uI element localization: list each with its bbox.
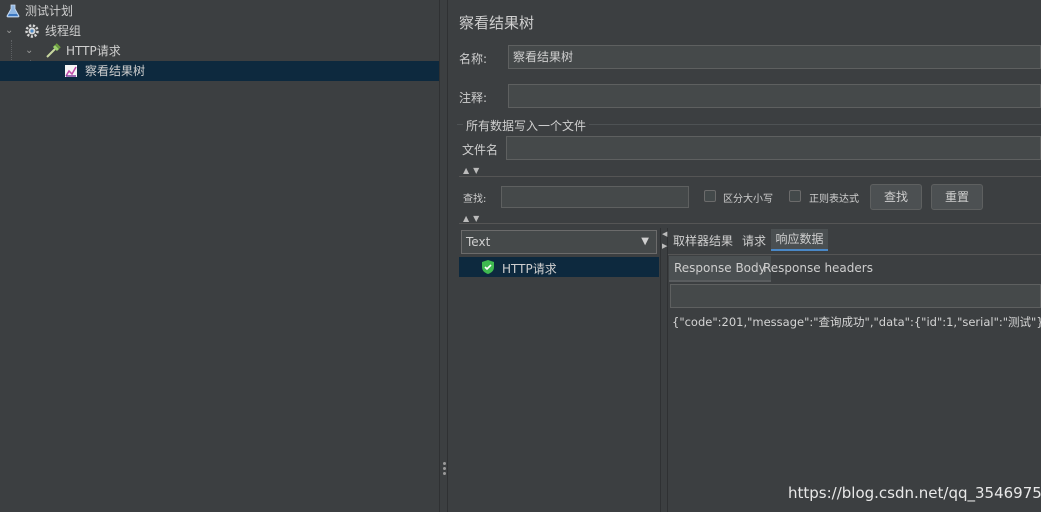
gear-icon [25, 24, 39, 38]
case-sensitive-checkbox[interactable] [704, 190, 716, 202]
divider [459, 223, 1041, 224]
regex-checkbox[interactable] [789, 190, 801, 202]
page-title: 察看结果树 [459, 14, 535, 32]
splitter-grip [443, 462, 446, 465]
watermark: https://blog.csdn.net/qq_35469756 [788, 484, 1041, 502]
tree-item-label: HTTP请求 [66, 44, 121, 58]
subtab-response-body[interactable]: Response Body [669, 256, 771, 282]
divider [459, 176, 1041, 177]
tab-response-data[interactable]: 响应数据 [771, 229, 828, 251]
name-field[interactable]: 察看结果树 [508, 45, 1041, 69]
tree-item-test-plan[interactable]: 测试计划 [0, 1, 439, 21]
splitter-grip [443, 467, 446, 470]
reset-button[interactable]: 重置 [931, 184, 983, 210]
tab-request[interactable]: 请求 [742, 231, 766, 251]
view-results-tree-panel: 察看结果树 名称: 察看结果树 注释: 所有数据写入一个文件 文件名 ▲▼ 查找… [449, 0, 1041, 512]
search-label: 查找: [463, 194, 487, 205]
filename-field[interactable] [506, 136, 1041, 160]
chevron-down-icon[interactable]: ⌄ [25, 41, 33, 61]
tree-item-label: 察看结果树 [85, 64, 146, 78]
subtab-response-headers[interactable]: Response headers [758, 256, 878, 280]
case-sensitive-label: 区分大小写 [723, 194, 773, 205]
response-body-text[interactable]: {"code":201,"message":"查询成功","data":{"id… [672, 314, 1041, 330]
tree-item-label: 线程组 [45, 24, 82, 38]
tree-item-thread-group[interactable]: ⌄ 线程组 [0, 21, 439, 41]
renderer-select[interactable]: Text ▼ [461, 230, 657, 254]
find-button[interactable]: 查找 [870, 184, 922, 210]
comment-field[interactable] [508, 84, 1041, 108]
filename-label: 文件名 [462, 143, 499, 157]
chevron-down-icon[interactable]: ⌄ [5, 21, 13, 41]
collapse-arrows-icon[interactable]: ▲▼ [463, 214, 483, 223]
tree-item-view-results-tree[interactable]: 察看结果树 [0, 61, 439, 81]
flask-icon [6, 4, 20, 18]
chart-icon [65, 65, 77, 77]
response-search-field[interactable] [670, 284, 1041, 308]
search-input[interactable] [501, 186, 689, 208]
collapse-right-arrow-icon[interactable]: ▶ [662, 242, 667, 250]
tabs-divider [668, 254, 1041, 255]
tree-item-label: 测试计划 [25, 4, 74, 18]
tree-item-http-request[interactable]: ⌄ HTTP请求 [0, 41, 439, 61]
chevron-down-icon: ▼ [641, 236, 649, 247]
test-plan-tree[interactable]: 测试计划 ⌄ 线程组 ⌄ HTTP请求 察看结果树 [0, 0, 439, 512]
results-splitter[interactable]: ◀ ▶ [660, 228, 668, 512]
file-group-label: 所有数据写入一个文件 [463, 117, 590, 134]
renderer-select-value: Text [466, 235, 491, 249]
regex-label: 正则表达式 [809, 194, 859, 205]
collapse-left-arrow-icon[interactable]: ◀ [662, 230, 667, 238]
pipette-icon [46, 43, 61, 58]
result-item-label: HTTP请求 [502, 262, 557, 276]
collapse-arrows-icon[interactable]: ▲▼ [463, 166, 483, 175]
comment-label: 注释: [459, 91, 488, 105]
result-item[interactable]: HTTP请求 [459, 257, 659, 277]
splitter-grip [443, 472, 446, 475]
panel-splitter[interactable] [439, 0, 448, 512]
success-shield-icon [482, 260, 494, 274]
name-label: 名称: [459, 52, 488, 66]
tab-sampler-result[interactable]: 取样器结果 [673, 231, 733, 251]
